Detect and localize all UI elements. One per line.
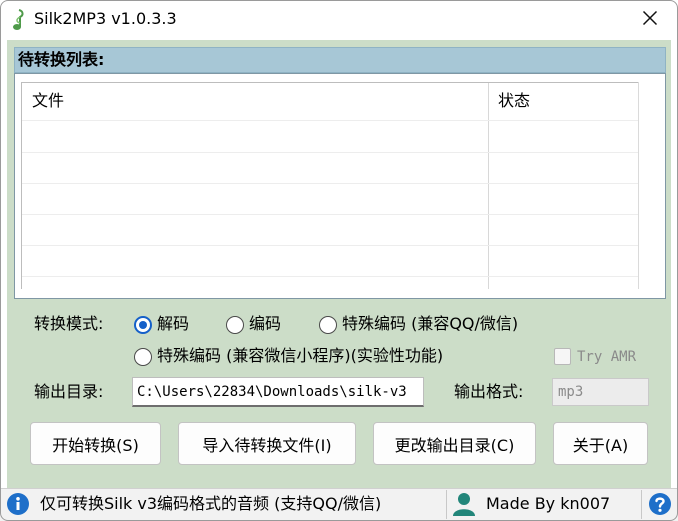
output-format-input[interactable]: mp3 <box>552 378 649 406</box>
start-convert-button[interactable]: 开始转换(S) <box>30 422 161 465</box>
info-icon <box>6 492 30 516</box>
music-note-icon <box>10 8 28 32</box>
radio-special-encode-miniprogram[interactable] <box>134 348 152 366</box>
status-separator <box>446 490 447 519</box>
mode-label: 转换模式: <box>34 314 104 333</box>
title-bar: Silk2MP3 v1.0.3.3 <box>0 0 678 40</box>
radio-decode[interactable] <box>134 316 152 334</box>
try-amr-checkbox[interactable] <box>554 348 571 365</box>
status-author-text: Made By kn007 <box>486 494 611 513</box>
about-button[interactable]: 关于(A) <box>553 422 648 465</box>
list-row-line <box>22 214 638 215</box>
radio-special-encode-qq-label[interactable]: 特殊编码 (兼容QQ/微信) <box>342 313 518 335</box>
output-dir-input[interactable]: C:\Users\22834\Downloads\silk-v3 <box>132 377 424 407</box>
radio-special-encode-qq[interactable] <box>319 316 337 334</box>
column-divider[interactable] <box>488 83 489 289</box>
try-amr-label[interactable]: Try AMR <box>577 346 636 368</box>
radio-encode[interactable] <box>226 316 244 334</box>
output-format-label: 输出格式: <box>454 382 524 401</box>
status-info-text: 仅可转换Silk v3编码格式的音频 (支持QQ/微信) <box>40 494 382 513</box>
list-row-line <box>22 276 638 277</box>
radio-encode-label[interactable]: 编码 <box>249 313 281 335</box>
column-header-file[interactable]: 文件 <box>32 90 64 112</box>
column-header-status[interactable]: 状态 <box>498 90 530 112</box>
list-row-line <box>22 183 638 184</box>
radio-special-encode-miniprogram-label[interactable]: 特殊编码 (兼容微信小程序)(实验性功能) <box>157 345 443 367</box>
list-row-line <box>22 152 638 153</box>
close-icon <box>642 10 658 30</box>
list-header-bar <box>14 47 666 73</box>
import-files-button[interactable]: 导入待转换文件(I) <box>178 422 356 465</box>
list-header-label: 待转换列表: <box>18 50 105 69</box>
list-row-line <box>22 120 638 121</box>
close-button[interactable] <box>628 4 672 36</box>
list-scroll-area <box>638 82 658 289</box>
status-separator <box>641 490 642 519</box>
window-title: Silk2MP3 v1.0.3.3 <box>34 9 177 28</box>
change-output-dir-button[interactable]: 更改输出目录(C) <box>373 422 536 465</box>
help-icon[interactable] <box>648 492 672 516</box>
file-list-grid <box>21 82 638 289</box>
person-icon <box>452 491 476 517</box>
radio-decode-label[interactable]: 解码 <box>157 313 189 335</box>
list-row-line <box>22 245 638 246</box>
output-dir-label: 输出目录: <box>34 382 104 401</box>
